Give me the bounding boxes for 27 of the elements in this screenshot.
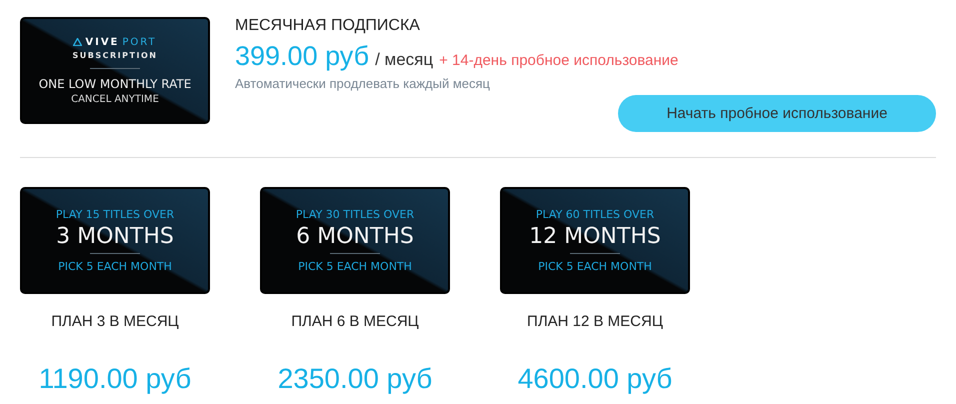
banner-tagline: CANCEL ANYTIME [71,94,159,104]
brand-text: VIVE [85,36,120,48]
plan-price: 1190.00 руб [38,363,192,395]
banner-bottom-text: PICK 5 EACH MONTH [298,260,412,273]
price-period: / месяц [375,50,434,70]
plan-name: ПЛАН 6 В МЕСЯЦ [291,313,419,330]
banner-headline: ONE LOW MONTHLY RATE [38,76,192,90]
banner-duration: 12 MONTHS [529,224,661,249]
plan-price: 2350.00 руб [278,363,432,395]
banner-duration: 6 MONTHS [296,224,414,249]
banner-top-text: PLAY 30 TITLES OVER [296,208,414,221]
banner-bottom-text: PICK 5 EACH MONTH [58,260,172,273]
renewal-note: Автоматически продлевать каждый месяц [235,76,492,91]
banner-subtitle: SUBSCRIPTION [72,50,158,60]
plan-name: ПЛАН 12 В МЕСЯЦ [527,313,663,330]
banner-top-text: PLAY 15 TITLES OVER [56,208,174,221]
triangle-icon [73,38,82,46]
subscription-title: МЕСЯЧНАЯ ПОДПИСКА [235,17,421,35]
brand-text: PORT [122,36,157,48]
trial-note: + 14-день пробное использование [439,52,678,69]
banner-top-text: PLAY 60 TITLES OVER [536,208,654,221]
start-trial-button[interactable]: Начать пробное использование [618,95,936,132]
banner-duration: 3 MONTHS [56,224,174,249]
banner-bottom-text: PICK 5 EACH MONTH [538,260,652,273]
subscription-price: 399.00 руб [235,41,370,72]
plan-name: ПЛАН 3 В МЕСЯЦ [51,313,179,330]
plan-price: 4600.00 руб [518,363,672,395]
